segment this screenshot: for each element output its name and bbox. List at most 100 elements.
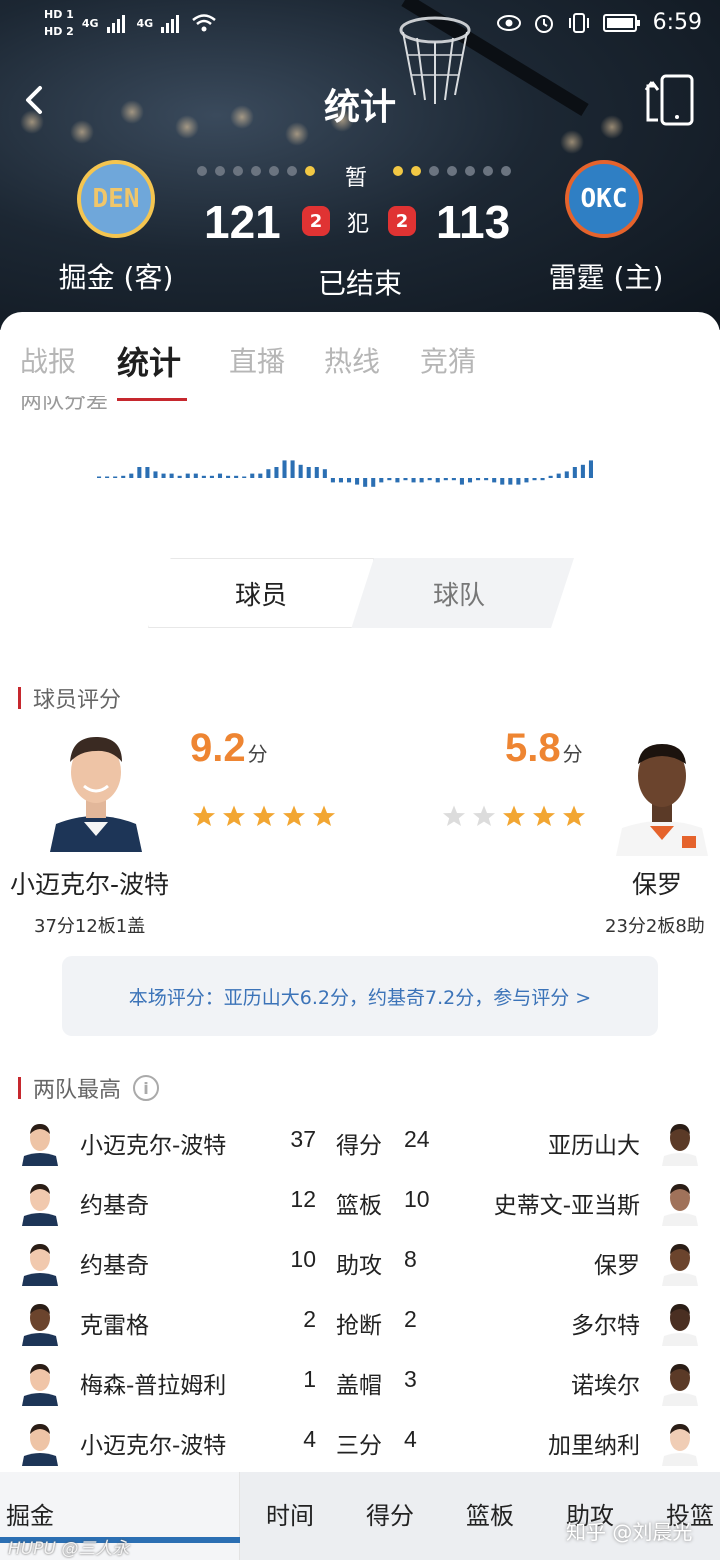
leader-home-value: 10 <box>404 1186 430 1212</box>
col-rebounds[interactable]: 篮板 <box>466 1496 514 1531</box>
diff-bar <box>500 478 505 485</box>
status-left: HD 1 HD 2 4G 4G <box>44 8 217 38</box>
away-team-logo[interactable]: DEN <box>77 160 155 238</box>
home-team-logo[interactable]: OKC <box>565 160 643 238</box>
leader-away-name[interactable]: 克雷格 <box>80 1306 149 1340</box>
diff-bar <box>540 478 545 481</box>
leader-away-name[interactable]: 约基奇 <box>80 1246 149 1280</box>
leader-home-value: 3 <box>404 1366 417 1392</box>
diff-bar <box>467 478 473 483</box>
leader-row[interactable]: 梅森-普拉姆利 1 盖帽 3 诺埃尔 <box>0 1354 720 1414</box>
leader-row[interactable]: 克雷格 2 抢断 2 多尔特 <box>0 1294 720 1354</box>
leader-category: 三分 <box>336 1433 382 1459</box>
leader-away-value: 37 <box>290 1126 316 1152</box>
star-icon <box>193 805 215 826</box>
away-star-avatar[interactable] <box>46 724 146 852</box>
watermark-hupu: HUPU @三人永 <box>8 1539 130 1559</box>
player-avatar[interactable] <box>660 1178 700 1226</box>
timeout-dot <box>501 166 511 176</box>
leader-row[interactable]: 约基奇 10 助攻 8 保罗 <box>0 1234 720 1294</box>
leader-home-value: 2 <box>404 1306 417 1332</box>
player-avatar[interactable] <box>660 1118 700 1166</box>
home-star-avatar[interactable] <box>612 728 712 856</box>
player-portrait-icon <box>20 1358 60 1406</box>
diff-bar <box>379 478 384 483</box>
diff-bar <box>193 473 198 478</box>
game-status: 已结束 <box>317 267 402 300</box>
leader-home-name[interactable]: 多尔特 <box>571 1306 640 1340</box>
diff-bar <box>250 473 255 478</box>
box-score-team-name: 掘金 <box>6 1502 54 1530</box>
col-points[interactable]: 得分 <box>366 1496 414 1531</box>
diff-bar <box>363 478 368 487</box>
net1-label: 4G <box>81 16 99 30</box>
away-star-rating-value: 9.2 <box>190 726 246 770</box>
leader-away-name[interactable]: 小迈克尔-波特 <box>80 1426 226 1460</box>
tab-active-indicator <box>117 398 187 401</box>
leader-home-name[interactable]: 亚历山大 <box>548 1126 640 1160</box>
diff-bar <box>314 467 319 478</box>
leader-away-name[interactable]: 梅森-普拉姆利 <box>80 1366 226 1400</box>
away-star-name[interactable]: 小迈克尔-波特 <box>10 865 169 901</box>
player-avatar[interactable] <box>660 1358 700 1406</box>
away-star-rating-unit: 分 <box>247 744 268 766</box>
player-avatar[interactable] <box>660 1418 700 1466</box>
leader-category: 盖帽 <box>336 1373 382 1399</box>
rotate-screen-button[interactable] <box>642 72 698 128</box>
player-avatar[interactable] <box>20 1118 60 1166</box>
star-icon <box>443 805 465 826</box>
leader-home-name[interactable]: 史蒂文-亚当斯 <box>494 1186 640 1220</box>
leader-away-name[interactable]: 约基奇 <box>80 1186 149 1220</box>
timeout-dot <box>465 166 475 176</box>
player-avatar[interactable] <box>20 1238 60 1286</box>
diff-bar <box>387 478 392 481</box>
score-diff-title: 两队分差 <box>20 396 108 414</box>
diff-bar <box>153 471 158 478</box>
player-avatar[interactable] <box>20 1418 60 1466</box>
player-portrait-icon <box>660 1298 700 1346</box>
diff-bar <box>177 475 182 478</box>
leader-home-name[interactable]: 保罗 <box>594 1246 640 1280</box>
leader-home-value: 4 <box>404 1426 417 1452</box>
tab-live[interactable]: 直播 <box>229 340 285 380</box>
home-star-name[interactable]: 保罗 <box>632 865 682 901</box>
player-avatar[interactable] <box>660 1298 700 1346</box>
timeout-dot <box>197 166 207 176</box>
leader-category: 抢断 <box>336 1313 382 1339</box>
home-star-line: 23分2板8助 <box>605 916 705 937</box>
watermark-zhihu: 知乎 @刘晨光 <box>566 1520 693 1544</box>
diff-bar <box>242 476 247 478</box>
leader-row[interactable]: 小迈克尔-波特 4 三分 4 加里纳利 <box>0 1414 720 1474</box>
diff-bar <box>274 467 279 478</box>
rating-banner[interactable]: 本场评分：亚历山大6.2分，约基奇7.2分，参与评分 > <box>62 956 658 1036</box>
tab-guess[interactable]: 竞猜 <box>420 340 476 380</box>
player-avatar[interactable] <box>20 1298 60 1346</box>
foul-label: 犯 <box>347 212 370 237</box>
leader-home-name[interactable]: 诺埃尔 <box>571 1366 640 1400</box>
leader-row[interactable]: 小迈克尔-波特 37 得分 24 亚历山大 <box>0 1114 720 1174</box>
leader-row[interactable]: 约基奇 12 篮板 10 史蒂文-亚当斯 <box>0 1174 720 1234</box>
player-avatar[interactable] <box>20 1178 60 1226</box>
tab-stats[interactable]: 统计 <box>117 338 181 384</box>
player-portrait-icon <box>612 728 712 856</box>
tab-report[interactable]: 战报 <box>20 340 76 380</box>
col-minutes[interactable]: 时间 <box>266 1496 314 1531</box>
leader-home-name[interactable]: 加里纳利 <box>548 1426 640 1460</box>
leader-away-name[interactable]: 小迈克尔-波特 <box>80 1126 226 1160</box>
player-avatar[interactable] <box>660 1238 700 1286</box>
switch-team-button[interactable]: 球队 <box>344 558 574 628</box>
player-portrait-icon <box>660 1418 700 1466</box>
diff-bar <box>226 475 231 478</box>
tab-hotline[interactable]: 热线 <box>324 340 380 380</box>
diff-bar <box>508 478 513 485</box>
timeout-dot <box>447 166 457 176</box>
player-avatar[interactable] <box>20 1358 60 1406</box>
net2-label: 4G <box>136 16 154 30</box>
diff-bar <box>588 460 593 478</box>
section-accent-bar <box>18 687 21 709</box>
signal-icon-2 <box>161 15 180 33</box>
star-icon <box>473 805 495 826</box>
wifi-icon <box>192 14 216 32</box>
switch-player-button[interactable]: 球员 <box>148 558 374 628</box>
info-icon[interactable]: i <box>133 1075 160 1101</box>
